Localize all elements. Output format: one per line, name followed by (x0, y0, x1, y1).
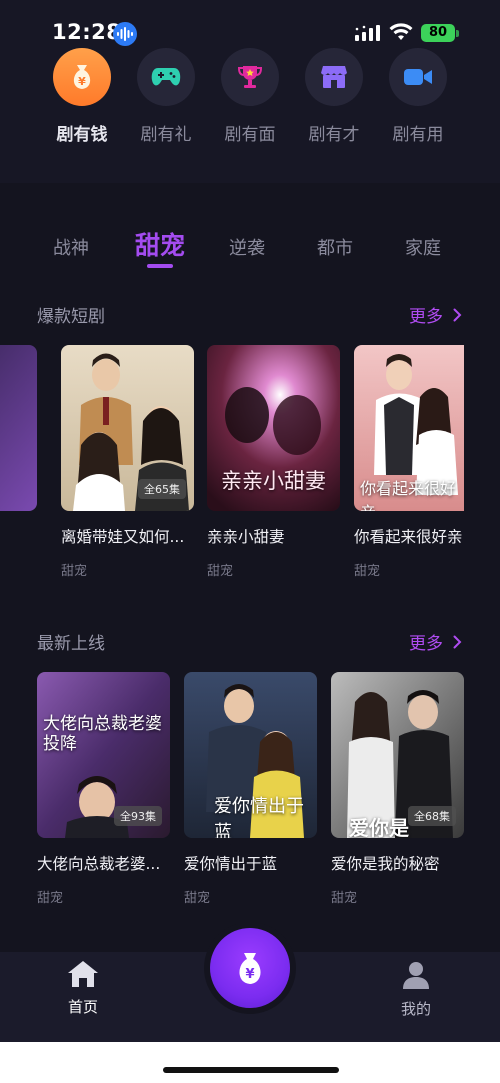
drama-poster: 爱你情出于蓝 (184, 672, 317, 838)
new-release-carousel[interactable]: 大佬向总裁老婆投降 全93集 大佬向总裁老婆... 甜宠 爱你情出于蓝 爱你情出… (0, 672, 500, 912)
shortcut-ju-you-mian[interactable]: 剧有面 (208, 48, 292, 145)
feature-shortcuts: ¥ 剧有钱 剧有礼 剧有面 剧有才 剧有用 (0, 48, 500, 158)
drama-genre-tag: 甜宠 (207, 564, 234, 579)
drama-poster: 亲亲小甜妻 (207, 345, 340, 511)
nav-label: 首页 (67, 998, 98, 1016)
drama-genre-tag: 甜宠 (184, 891, 211, 906)
drama-genre-tag: 甜宠 (37, 891, 64, 906)
svg-text:¥: ¥ (78, 75, 86, 88)
section-title: 爆款短剧 (37, 307, 105, 327)
money-bag-icon: ¥ (53, 48, 111, 106)
audio-indicator-icon (113, 22, 137, 46)
home-indicator-area (0, 1042, 500, 1083)
center-reward-button[interactable]: ¥ (210, 928, 290, 1008)
drama-poster: 全65集 (61, 345, 194, 511)
tab-tian-chong[interactable]: 甜宠 (120, 226, 200, 262)
section-header-new: 最新上线 更多 (37, 629, 462, 655)
tab-zhan-shen[interactable]: 战神 (31, 234, 111, 260)
chevron-right-icon (453, 635, 462, 648)
drama-poster: 你看起来很好亲 (354, 345, 464, 511)
shortcut-label: 剧有钱 (56, 125, 108, 145)
drama-card[interactable]: 爱你是 全68集 爱你是我的秘密 甜宠 (331, 672, 464, 906)
drama-card[interactable]: 爱你情出于蓝 爱你情出于蓝 甜宠 (184, 672, 317, 906)
chevron-right-icon (453, 308, 462, 321)
drama-genre-tag: 甜宠 (354, 564, 381, 579)
shortcut-label: 剧有面 (224, 125, 276, 145)
episode-count-badge: 全93集 (114, 806, 162, 826)
drama-title: 离婚带娃又如何... (61, 528, 185, 546)
episode-count-badge: 全68集 (408, 806, 456, 826)
drama-genre-tag: 甜宠 (61, 564, 88, 579)
battery-tip (456, 30, 459, 37)
gamepad-icon (137, 48, 195, 106)
drama-title: 你看起来很好亲 (354, 528, 463, 546)
section-title: 最新上线 (37, 634, 105, 654)
nav-home[interactable]: 首页 (43, 960, 123, 1017)
shortcut-label: 剧有礼 (140, 125, 192, 145)
store-icon (305, 48, 363, 106)
more-button-new[interactable]: 更多 (409, 629, 462, 654)
nav-mine[interactable]: 我的 (376, 960, 456, 1019)
drama-poster: 大佬向总裁老婆投降 全93集 (37, 672, 170, 838)
shortcut-label: 剧有用 (392, 125, 444, 145)
drama-card-partial[interactable] (0, 345, 37, 511)
trophy-icon (221, 48, 279, 106)
drama-poster (0, 345, 37, 511)
drama-title: 爱你是我的秘密 (331, 855, 440, 873)
poster-title-art: 亲亲小甜妻 (221, 469, 326, 493)
shortcut-ju-you-li[interactable]: 剧有礼 (124, 48, 208, 145)
poster-title-art: 大佬向总裁老婆投降 (43, 714, 162, 755)
nav-label: 我的 (400, 1000, 431, 1018)
poster-title-art: 爱你情出于蓝 (214, 796, 304, 838)
wifi-icon (389, 23, 413, 40)
drama-title: 亲亲小甜妻 (207, 528, 285, 546)
shortcut-ju-you-yong[interactable]: 剧有用 (376, 48, 460, 145)
battery-indicator: 80 (421, 24, 455, 42)
poster-title-art: 爱你是 (349, 816, 409, 838)
tab-ni-xi[interactable]: 逆袭 (207, 234, 287, 260)
shortcut-ju-you-qian[interactable]: ¥ 剧有钱 (40, 48, 124, 145)
drama-title: 大佬向总裁老婆... (37, 855, 161, 873)
more-button-hot[interactable]: 更多 (409, 302, 462, 327)
category-tabs: 战神 甜宠 逆袭 都市 家庭 (0, 226, 500, 276)
tab-du-shi[interactable]: 都市 (295, 234, 375, 260)
more-label: 更多 (409, 634, 443, 654)
episode-count-badge: 全65集 (138, 479, 186, 499)
shortcut-label: 剧有才 (308, 125, 360, 145)
yuan-money-bag-icon: ¥ (239, 953, 261, 984)
home-indicator[interactable] (163, 1067, 339, 1073)
more-label: 更多 (409, 307, 443, 327)
person-icon (403, 962, 429, 989)
drama-title: 爱你情出于蓝 (184, 855, 278, 873)
status-bar: 12:28 80 (0, 0, 500, 50)
shortcut-ju-you-cai[interactable]: 剧有才 (292, 48, 376, 145)
video-camera-icon (389, 48, 447, 106)
home-icon (68, 961, 98, 987)
drama-card[interactable]: 你看起来很好亲 你看起来很好亲 甜宠 (354, 345, 464, 579)
drama-poster: 爱你是 全68集 (331, 672, 464, 838)
drama-card[interactable]: 亲亲小甜妻 亲亲小甜妻 甜宠 (207, 345, 340, 579)
drama-card[interactable]: 大佬向总裁老婆投降 全93集 大佬向总裁老婆... 甜宠 (37, 672, 170, 906)
active-tab-indicator (147, 264, 173, 268)
tab-jia-ting[interactable]: 家庭 (383, 234, 463, 260)
section-header-hot: 爆款短剧 更多 (37, 302, 462, 328)
hot-drama-carousel[interactable]: 全65集 离婚带娃又如何... 甜宠 亲亲小甜妻 亲亲小甜妻 甜宠 你看起来很好… (0, 345, 500, 585)
status-time: 12:28 (52, 20, 122, 44)
cellular-signal-icon (355, 25, 380, 41)
drama-genre-tag: 甜宠 (331, 891, 358, 906)
poster-title-art: 你看起来很好亲 (360, 479, 457, 511)
svg-text:¥: ¥ (245, 967, 254, 982)
drama-card[interactable]: 全65集 离婚带娃又如何... 甜宠 (61, 345, 194, 579)
